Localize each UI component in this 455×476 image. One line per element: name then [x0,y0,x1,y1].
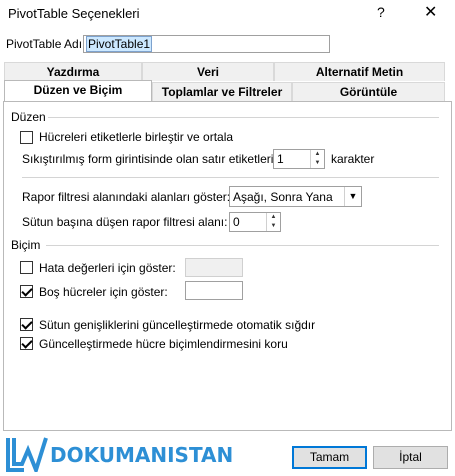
section-divider [48,117,439,118]
filter-cols-label: Sütun başına düşen rapor filtresi alanı: [22,215,228,229]
spin-down-icon[interactable]: ▼ [311,159,324,168]
preserve-format-checkbox[interactable] [20,337,33,350]
window-title: PivotTable Seçenekleri [8,6,140,21]
tab-goruntule[interactable]: Görüntüle [292,82,445,101]
tab-toplamlar-ve-filtreler[interactable]: Toplamlar ve Filtreler [152,82,292,101]
help-button[interactable]: ? [377,4,385,20]
indent-spinner[interactable]: 1 ▲ ▼ [273,149,325,169]
section-duzen-label: Düzen [11,110,46,124]
filter-area-select[interactable]: Aşağı, Sonra Yana ▼ [229,186,362,207]
error-values-input[interactable] [185,258,243,277]
tab-alternatif-metin[interactable]: Alternatif Metin [274,62,445,81]
empty-cells-checkbox[interactable] [20,285,33,298]
logo-mark-icon [6,437,48,476]
empty-cells-label: Boş hücreler için göster: [39,285,168,299]
dokumanistan-logo: DOKUMANISTAN [6,436,233,476]
ok-button[interactable]: Tamam [292,446,367,469]
section-divider [46,245,439,246]
close-button[interactable]: ✕ [424,2,437,22]
indent-unit: karakter [331,152,375,166]
tab-veri[interactable]: Veri [142,62,274,81]
filter-area-value: Aşağı, Sonra Yana [233,190,333,204]
chevron-down-icon[interactable]: ▼ [344,187,361,206]
spin-up-icon[interactable]: ▲ [267,213,280,222]
indent-value: 1 [277,152,284,166]
title-bar: PivotTable Seçenekleri ? ✕ [0,0,455,28]
merge-center-checkbox[interactable] [20,131,33,144]
pivottable-name-label: PivotTable Adı: [6,37,86,51]
filter-cols-value: 0 [233,215,240,229]
pivottable-name-input[interactable]: PivotTable1 [83,35,330,53]
indent-label: Sıkıştırılmış form girintisinde olan sat… [22,152,277,166]
spin-up-icon[interactable]: ▲ [311,150,324,159]
tab-yazdirma[interactable]: Yazdırma [4,62,142,81]
autofit-checkbox[interactable] [20,318,33,331]
section-divider [22,177,439,178]
pivottable-name-value: PivotTable1 [86,36,153,52]
empty-cells-input[interactable] [185,281,243,300]
filter-area-label: Rapor filtresi alanındaki alanları göste… [22,190,231,204]
logo-text: DOKUMANISTAN [50,443,234,467]
section-bicim-label: Biçim [11,238,41,252]
preserve-format-label: Güncelleştirmede hücre biçimlendirmesini… [39,337,288,351]
error-values-checkbox[interactable] [20,261,33,274]
error-values-label: Hata değerleri için göster: [39,261,176,275]
spin-down-icon[interactable]: ▼ [267,222,280,231]
autofit-label: Sütun genişliklerini güncelleştirmede ot… [39,318,316,332]
cancel-button[interactable]: İptal [373,446,448,469]
filter-cols-spinner[interactable]: 0 ▲ ▼ [229,212,281,232]
tab-duzen-ve-bicim[interactable]: Düzen ve Biçim [4,80,152,102]
merge-center-label: Hücreleri etiketlerle birleştir ve ortal… [39,130,234,144]
